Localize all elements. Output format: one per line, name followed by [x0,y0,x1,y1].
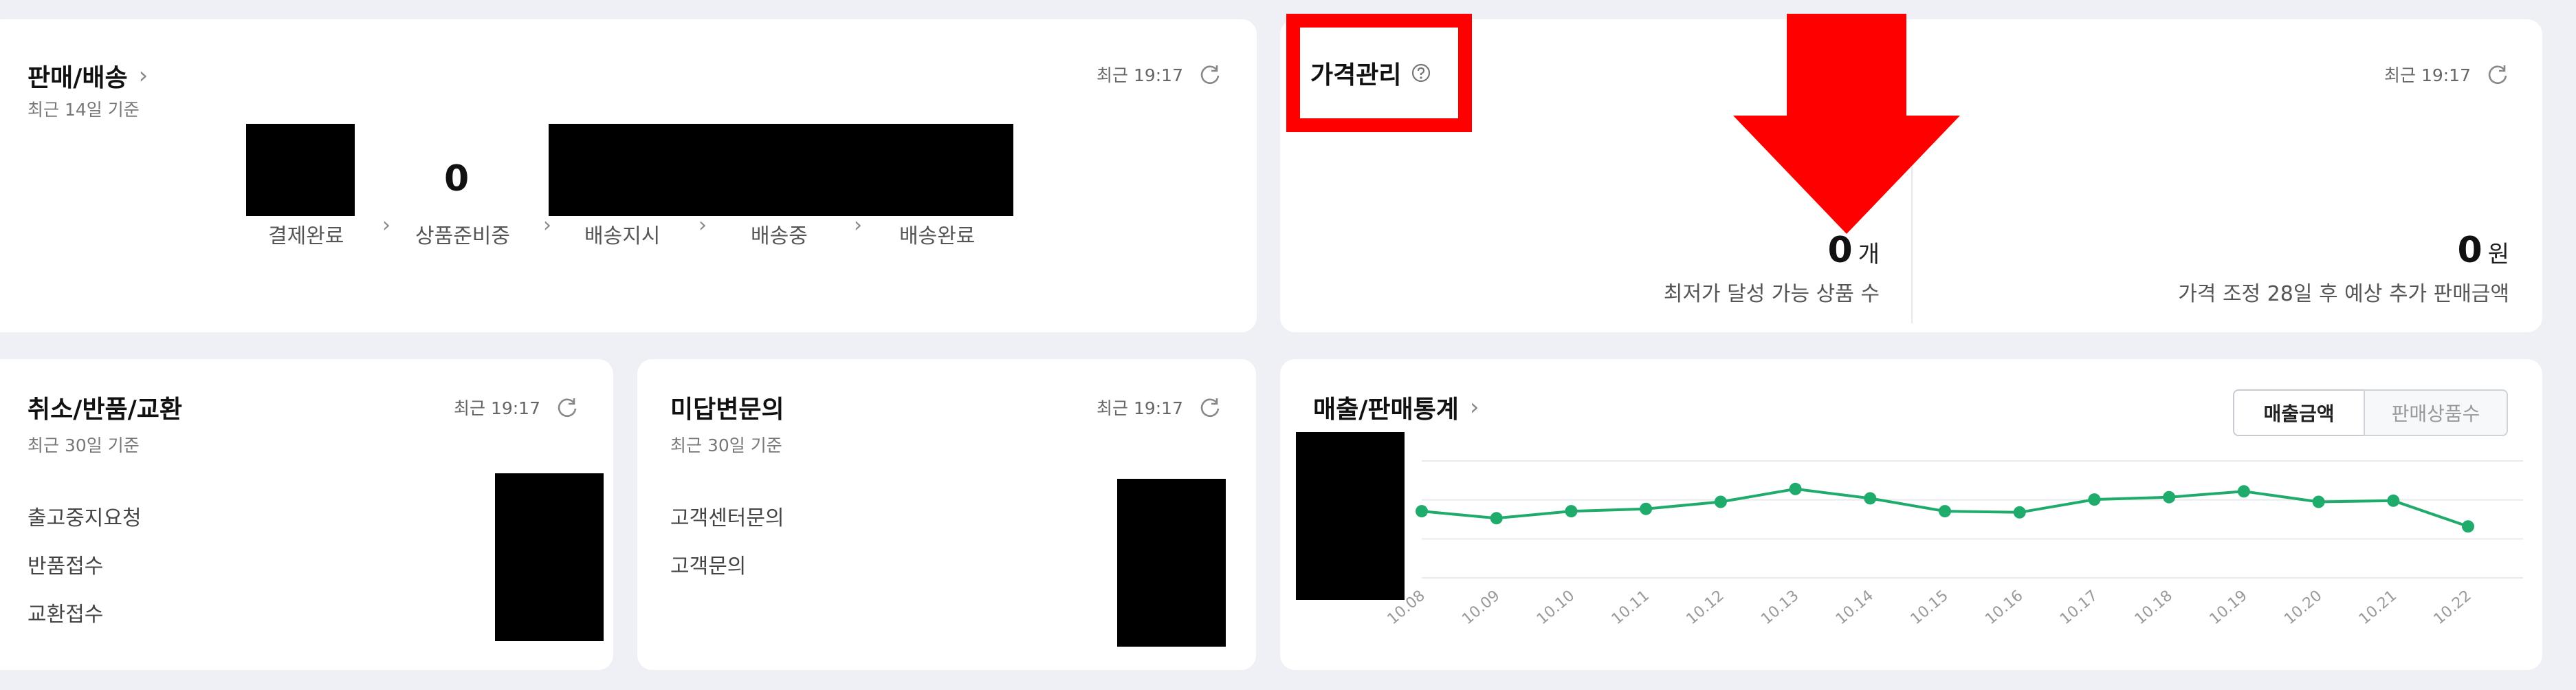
recent-time-label: 최근 19:17 [2384,65,2471,85]
chart-point[interactable] [2387,494,2400,507]
chevron-right-icon: › [138,62,148,89]
redacted-block [1117,479,1226,647]
sales-delivery-subtitle: 최근 14일 기준 [27,100,140,120]
refresh-icon[interactable] [2486,63,2509,86]
lowest-price-unit: 개 [1858,241,1880,268]
unanswered-title[interactable]: 미답변문의 [670,389,784,425]
customer-inquiry[interactable]: 고객문의 [670,549,746,579]
chart-point[interactable] [1789,482,1802,495]
redacted-block [549,124,1013,216]
chart-x-tick-label: 10.11 [1609,587,1653,628]
preparing-count[interactable]: 0 [444,158,469,200]
sales-delivery-title: 판매/배송 [27,64,128,92]
sales-stats-card: 매출/판매통계 › 매출금액 판매상품수 10.08 10.09 10.10 10.1… [1280,359,2542,670]
unanswered-subtitle: 최근 30일 기준 [670,435,782,455]
refresh-icon[interactable] [1198,63,1222,86]
step-shipping[interactable]: 배송중 [751,219,808,249]
step-preparing[interactable]: 상품준비중 [415,219,510,249]
chevron-right-icon: › [382,213,390,237]
recent-time-label: 최근 19:17 [1097,398,1183,418]
cancel-return-subtitle: 최근 30일 기준 [27,435,140,455]
chart-x-tick-label: 10.18 [2132,587,2176,628]
chart-x-tick-label: 10.22 [2431,587,2475,628]
chart-x-tick-label: 10.13 [1758,587,1802,628]
refresh-icon[interactable] [555,396,579,419]
unanswered-inquiry-card: 미답변문의 최근 30일 기준 최근 19:17 고객센터문의 고객문의 [637,359,1256,670]
chart-point[interactable] [1416,505,1428,518]
red-arrow-down-icon [1733,14,1960,234]
refresh-icon[interactable] [1198,396,1222,419]
chart-x-tick-label: 10.08 [1385,587,1429,628]
expected-sales-number-group[interactable]: 0 원 [2458,230,2509,271]
step-dispatch-order[interactable]: 배송지시 [584,219,660,249]
chart-point[interactable] [2163,490,2176,504]
chart-point[interactable] [2237,485,2250,498]
sales-delivery-header[interactable]: 판매/배송 › [27,58,148,94]
lowest-price-number: 0 [1827,230,1853,271]
expected-sales-number: 0 [2457,230,2483,271]
chart-point[interactable] [1714,495,1727,508]
redacted-block [246,124,355,216]
chart-x-tick-label: 10.12 [1683,587,1727,628]
redacted-block [495,473,604,641]
sales-delivery-card: 판매/배송 › 최근 14일 기준 최근 19:17 0 결제완료 › 상품준비… [0,19,1257,332]
red-highlight-box [1286,14,1472,132]
customer-center-inquiry[interactable]: 고객센터문의 [670,501,784,531]
expected-sales-label: 가격 조정 28일 후 예상 추가 판매금액 [2178,282,2509,306]
chart-x-tick-label: 10.14 [1833,587,1877,628]
chevron-right-icon: › [854,213,862,237]
chart-point[interactable] [1565,505,1578,518]
chart-point[interactable] [1939,505,1951,518]
expected-sales-unit: 원 [2487,241,2509,268]
chart-point[interactable] [1640,502,1653,515]
unanswered-recent: 최근 19:17 [1097,395,1222,420]
price-management-recent: 최근 19:17 [2384,62,2509,87]
chart-x-tick-label: 10.20 [2281,587,2325,628]
chart-x-tick-label: 10.19 [2206,587,2250,628]
shipment-stop-request[interactable]: 출고중지요청 [27,501,142,531]
lowest-price-number-group[interactable]: 0 개 [1280,230,1880,271]
sales-line-chart: 10.08 10.09 10.10 10.11 10.12 10.13 10.14 10.15… [1385,460,2523,628]
chart-x-tick-label: 10.15 [1908,587,1952,628]
chart-x-tick-label: 10.09 [1459,587,1503,628]
recent-time-label: 최근 19:17 [1097,65,1183,85]
cancel-return-recent: 최근 19:17 [454,395,579,420]
chart-point[interactable] [2462,520,2474,533]
sales-delivery-recent: 최근 19:17 [1097,62,1222,87]
chart-x-tick-label: 10.16 [1982,587,2026,628]
chart-x-tick-label: 10.10 [1534,587,1578,628]
chart-x-tick-label: 10.21 [2356,587,2400,628]
chevron-right-icon: › [698,213,707,237]
chart-point[interactable] [2312,495,2325,508]
chart-x-tick-label: 10.17 [2057,587,2101,628]
chart-point[interactable] [2013,506,2026,519]
lowest-price-label: 최저가 달성 가능 상품 수 [1663,282,1880,306]
exchange-received[interactable]: 교환접수 [27,597,103,627]
chart-point[interactable] [1864,492,1877,505]
chart-point[interactable] [1490,512,1503,525]
chevron-right-icon: › [543,213,551,237]
chart-point[interactable] [2088,493,2101,506]
step-delivered[interactable]: 배송완료 [899,219,975,249]
step-payment-complete[interactable]: 결제완료 [268,219,344,249]
return-received[interactable]: 반품접수 [27,549,103,579]
cancel-return-title[interactable]: 취소/반품/교환 [27,389,182,425]
recent-time-label: 최근 19:17 [454,398,540,418]
cancel-return-card: 취소/반품/교환 최근 30일 기준 최근 19:17 출고중지요청 반품접수 … [0,359,613,670]
